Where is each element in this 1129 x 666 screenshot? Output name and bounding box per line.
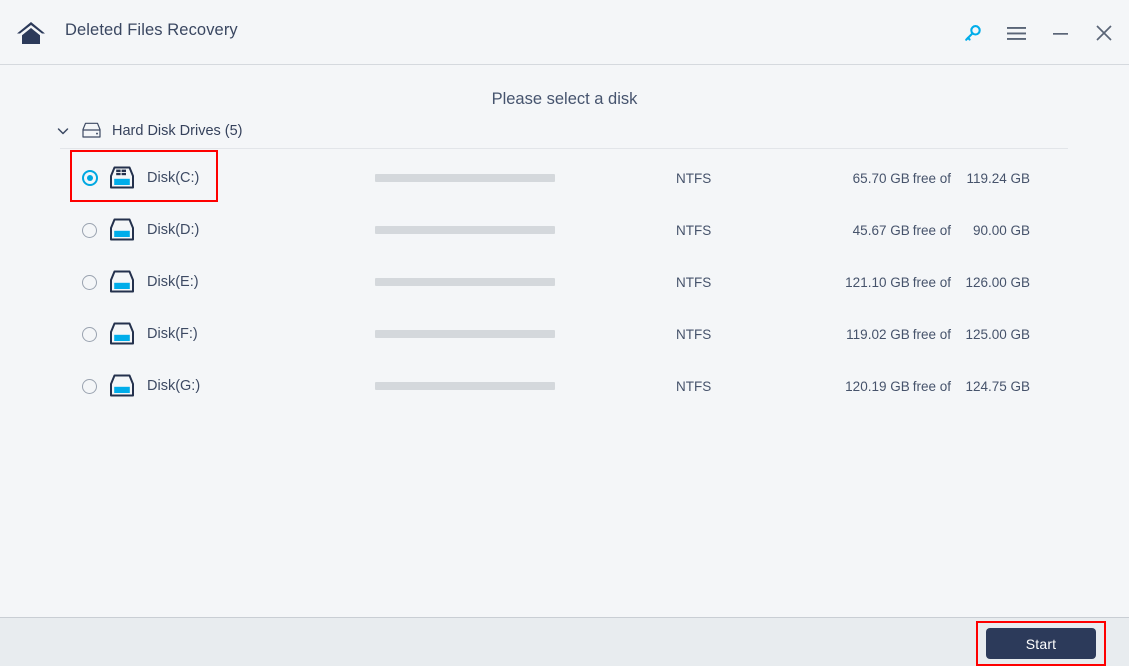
app-title: Deleted Files Recovery xyxy=(65,21,238,39)
disk-list: Disk(C:) NTFS 65.70 GB free of 119.24 GB Disk… xyxy=(0,152,1129,412)
chevron-down-icon[interactable] xyxy=(55,123,71,139)
disk-total-space: 90.00 GB xyxy=(972,222,1030,238)
disk-filesystem: NTFS xyxy=(676,326,712,342)
disk-usage-bar xyxy=(375,278,555,286)
page-title: Please select a disk xyxy=(491,90,638,108)
disk-free-space: 120.19 GB xyxy=(845,378,910,394)
disk-row[interactable]: Disk(D:) NTFS 45.67 GB free of 90.00 GB xyxy=(0,204,1129,256)
disk-free-of-label: free of xyxy=(912,222,951,238)
disk-radio[interactable] xyxy=(82,274,97,290)
disk-total-space: 119.24 GB xyxy=(966,170,1030,186)
close-icon[interactable] xyxy=(1089,18,1119,48)
disk-radio[interactable] xyxy=(82,222,97,238)
disk-label: Disk(E:) xyxy=(147,274,199,290)
disk-total-space: 126.00 GB xyxy=(965,274,1030,290)
window-controls xyxy=(957,18,1119,48)
disk-row[interactable]: Disk(F:) NTFS 119.02 GB free of 125.00 GB xyxy=(0,308,1129,360)
disk-capacity: 120.19 GB free of 124.75 GB xyxy=(820,379,1030,394)
disk-free-space: 121.10 GB xyxy=(845,274,910,290)
disk-row[interactable]: Disk(C:) NTFS 65.70 GB free of 119.24 GB xyxy=(0,152,1129,204)
title-bar: Deleted Files Recovery xyxy=(0,0,1129,65)
disk-total-space: 125.00 GB xyxy=(965,326,1030,342)
disk-total-space: 124.75 GB xyxy=(965,378,1030,394)
disk-capacity: 119.02 GB free of 125.00 GB xyxy=(820,327,1030,342)
disk-filesystem: NTFS xyxy=(676,378,712,394)
disk-label: Disk(G:) xyxy=(147,378,201,394)
disk-label: Disk(F:) xyxy=(147,326,198,342)
hard-drive-icon xyxy=(82,122,101,138)
disk-free-of-label: free of xyxy=(912,378,951,394)
disk-label: Disk(C:) xyxy=(147,170,200,186)
disk-capacity: 65.70 GB free of 119.24 GB xyxy=(820,171,1030,186)
disk-usage-bar xyxy=(375,174,555,182)
disk-group-header[interactable]: Hard Disk Drives (5) xyxy=(55,120,243,141)
key-icon[interactable] xyxy=(957,18,987,48)
disk-label: Disk(D:) xyxy=(147,222,200,238)
system-disk-icon xyxy=(110,166,134,189)
group-divider xyxy=(60,148,1068,149)
disk-icon xyxy=(110,218,134,241)
disk-icon xyxy=(110,270,134,293)
disk-filesystem: NTFS xyxy=(676,170,712,186)
disk-filesystem: NTFS xyxy=(676,222,712,238)
disk-row[interactable]: Disk(G:) NTFS 120.19 GB free of 124.75 GB xyxy=(0,360,1129,412)
disk-filesystem: NTFS xyxy=(676,274,712,290)
footer-bar: Start xyxy=(0,617,1129,666)
home-icon[interactable] xyxy=(16,20,46,46)
disk-free-of-label: free of xyxy=(912,274,951,290)
disk-radio[interactable] xyxy=(82,378,97,394)
disk-capacity: 121.10 GB free of 126.00 GB xyxy=(820,275,1030,290)
disk-free-space: 65.70 GB xyxy=(852,170,910,186)
menu-icon[interactable] xyxy=(1001,18,1031,48)
disk-icon xyxy=(110,322,134,345)
disk-row[interactable]: Disk(E:) NTFS 121.10 GB free of 126.00 GB xyxy=(0,256,1129,308)
app-window: Deleted Files Recovery Please select a d… xyxy=(0,0,1129,666)
disk-free-space: 119.02 GB xyxy=(846,326,910,342)
disk-capacity: 45.67 GB free of 90.00 GB xyxy=(820,223,1030,238)
disk-free-of-label: free of xyxy=(912,170,951,186)
disk-usage-bar xyxy=(375,226,555,234)
disk-free-of-label: free of xyxy=(912,326,951,342)
disk-radio[interactable] xyxy=(82,326,97,342)
disk-radio[interactable] xyxy=(82,170,98,186)
disk-group-label: Hard Disk Drives (5) xyxy=(112,122,243,139)
disk-free-space: 45.67 GB xyxy=(852,222,910,238)
disk-usage-bar xyxy=(375,382,555,390)
minimize-icon[interactable] xyxy=(1045,18,1075,48)
disk-usage-bar xyxy=(375,330,555,338)
start-button[interactable]: Start xyxy=(986,628,1096,659)
disk-icon xyxy=(110,374,134,397)
